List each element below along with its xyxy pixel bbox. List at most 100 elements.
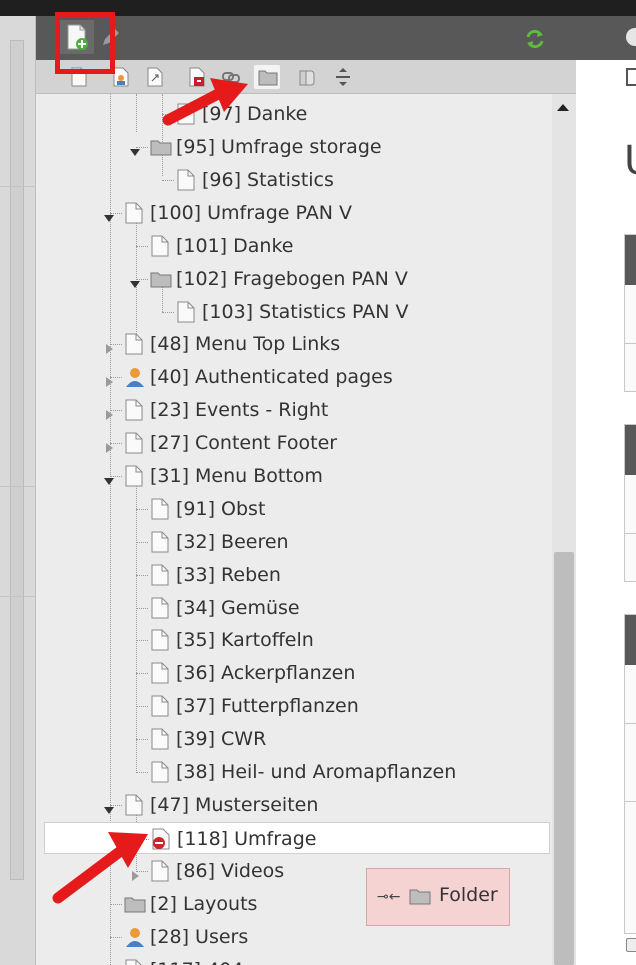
expand-arrow-icon[interactable] — [104, 405, 114, 420]
content-area: U — [576, 60, 636, 965]
tree-node-label[interactable]: [96] Statistics — [202, 169, 334, 191]
page-icon[interactable] — [150, 564, 170, 586]
tree-node[interactable]: [97] Danke — [36, 98, 552, 130]
tree-node-label[interactable]: [102] Fragebogen PAN V — [176, 268, 408, 290]
module-menu-scrollbar[interactable] — [10, 40, 24, 880]
panel-divider — [625, 723, 636, 724]
expand-arrow-icon[interactable] — [104, 339, 114, 354]
folder-icon[interactable] — [150, 136, 172, 158]
tree-node-label[interactable]: [36] Ackerpflanzen — [176, 662, 355, 684]
rail-divider — [0, 596, 36, 597]
page-icon[interactable] — [150, 531, 170, 553]
tree-node-label[interactable]: [32] Beeren — [176, 531, 289, 553]
panel-header — [625, 425, 636, 475]
tree-node-label[interactable]: [48] Menu Top Links — [150, 333, 340, 355]
expand-arrow-icon[interactable] — [104, 372, 114, 387]
tree-node[interactable]: [91] Obst — [36, 493, 552, 525]
tree-node[interactable]: [38] Heil- und Aromapflanzen — [36, 756, 552, 788]
refresh-button[interactable] — [524, 28, 546, 50]
tree-node[interactable]: [101] Danke — [36, 230, 552, 262]
tree-node-label[interactable]: [100] Umfrage PAN V — [150, 202, 352, 224]
page-icon[interactable] — [150, 695, 170, 717]
page-icon[interactable] — [150, 662, 170, 684]
content-panel — [624, 614, 636, 934]
collapse-arrow-icon[interactable] — [130, 142, 140, 156]
tree-node[interactable]: [40] Authenticated pages — [36, 361, 552, 393]
tree-node[interactable]: [96] Statistics — [36, 164, 552, 196]
divider-icon — [336, 68, 350, 86]
page-icon[interactable] — [124, 202, 144, 224]
tree-node-label[interactable]: [35] Kartoffeln — [176, 629, 314, 651]
tree-node-label[interactable]: [91] Obst — [176, 498, 265, 520]
tree-node[interactable]: [37] Futterpflanzen — [36, 690, 552, 722]
tree-node[interactable]: [36] Ackerpflanzen — [36, 657, 552, 689]
tree-node[interactable]: [102] Fragebogen PAN V — [36, 263, 552, 295]
tree-node-label[interactable]: [101] Danke — [176, 235, 293, 257]
collapse-arrow-icon[interactable] — [104, 208, 114, 222]
tree-node[interactable]: [95] Umfrage storage — [36, 131, 552, 163]
page-icon[interactable] — [150, 498, 170, 520]
page-icon[interactable] — [150, 235, 170, 257]
tree-node-label[interactable]: [34] Gemüse — [176, 597, 300, 619]
tree-node-label[interactable]: [2] Layouts — [150, 893, 257, 915]
tree-node-label[interactable]: [31] Menu Bottom — [150, 465, 323, 487]
tree-node[interactable]: [39] CWR — [36, 723, 552, 755]
user-page-icon[interactable] — [124, 926, 144, 948]
page-icon[interactable] — [124, 399, 144, 421]
tree-node-label[interactable]: [40] Authenticated pages — [150, 366, 393, 388]
collapse-arrow-icon[interactable] — [104, 471, 114, 485]
tree-node[interactable]: [32] Beeren — [36, 526, 552, 558]
page-icon[interactable] — [150, 728, 170, 750]
folder-icon[interactable] — [150, 268, 172, 290]
help-icon — [626, 28, 636, 46]
tree-node-label[interactable]: [103] Statistics PAN V — [202, 301, 409, 323]
tree-node[interactable]: [100] Umfrage PAN V — [36, 197, 552, 229]
page-icon[interactable] — [150, 597, 170, 619]
collapse-arrow-icon[interactable] — [104, 800, 114, 814]
checkbox[interactable] — [626, 938, 636, 952]
tree-node[interactable]: [34] Gemüse — [36, 592, 552, 624]
tree-node-label[interactable]: [33] Reben — [176, 564, 281, 586]
toolbar-recycler[interactable] — [294, 65, 320, 89]
tree-connector-line — [136, 739, 148, 740]
scrollbar-thumb[interactable] — [554, 552, 574, 965]
tree-node[interactable]: [33] Reben — [36, 559, 552, 591]
page-icon[interactable] — [176, 169, 196, 191]
page-icon[interactable] — [150, 761, 170, 783]
expand-arrow-icon[interactable] — [104, 438, 114, 453]
tree-node-label[interactable]: [86] Videos — [176, 860, 284, 882]
tree-node-label[interactable]: [38] Heil- und Aromapflanzen — [176, 761, 456, 783]
page-icon[interactable] — [124, 959, 144, 965]
scroll-up-arrow-icon[interactable] — [557, 104, 569, 111]
tree-node-label[interactable]: [27] Content Footer — [150, 432, 337, 454]
tree-node-label[interactable]: [28] Users — [150, 926, 248, 948]
toolbar-divider[interactable] — [330, 65, 356, 89]
tree-node-label[interactable]: [39] CWR — [176, 728, 266, 750]
page-icon[interactable] — [176, 301, 196, 323]
tree-node-label[interactable]: [23] Events - Right — [150, 399, 328, 421]
page-icon[interactable] — [124, 465, 144, 487]
tree-node[interactable]: [23] Events - Right — [36, 394, 552, 426]
page-icon[interactable] — [150, 629, 170, 651]
tree-node-label[interactable]: [95] Umfrage storage — [176, 136, 382, 158]
collapse-arrow-icon[interactable] — [130, 274, 140, 288]
tree-node-label[interactable]: [117] 404 — [150, 959, 243, 965]
page-icon[interactable] — [124, 333, 144, 355]
help-button[interactable] — [624, 26, 636, 48]
tree-node[interactable]: [103] Statistics PAN V — [36, 296, 552, 328]
tree-node[interactable]: [47] Musterseiten — [36, 789, 552, 821]
user-page-icon[interactable] — [124, 366, 144, 388]
tree-node-label[interactable]: [37] Futterpflanzen — [176, 695, 359, 717]
tree-scrollbar[interactable] — [552, 94, 576, 965]
tree-node[interactable]: [35] Kartoffeln — [36, 624, 552, 656]
tree-node[interactable]: [117] 404 — [36, 954, 552, 965]
page-icon[interactable] — [124, 794, 144, 816]
tree-node[interactable]: [27] Content Footer — [36, 427, 552, 459]
tree-node-label[interactable]: [47] Musterseiten — [150, 794, 318, 816]
tree-node-label[interactable]: [118] Umfrage — [177, 828, 316, 850]
annotation-arrow-icon — [52, 832, 148, 904]
toolbar-folder[interactable] — [254, 65, 280, 89]
tree-node[interactable]: [48] Menu Top Links — [36, 328, 552, 360]
page-icon[interactable] — [124, 432, 144, 454]
tree-node[interactable]: [31] Menu Bottom — [36, 460, 552, 492]
